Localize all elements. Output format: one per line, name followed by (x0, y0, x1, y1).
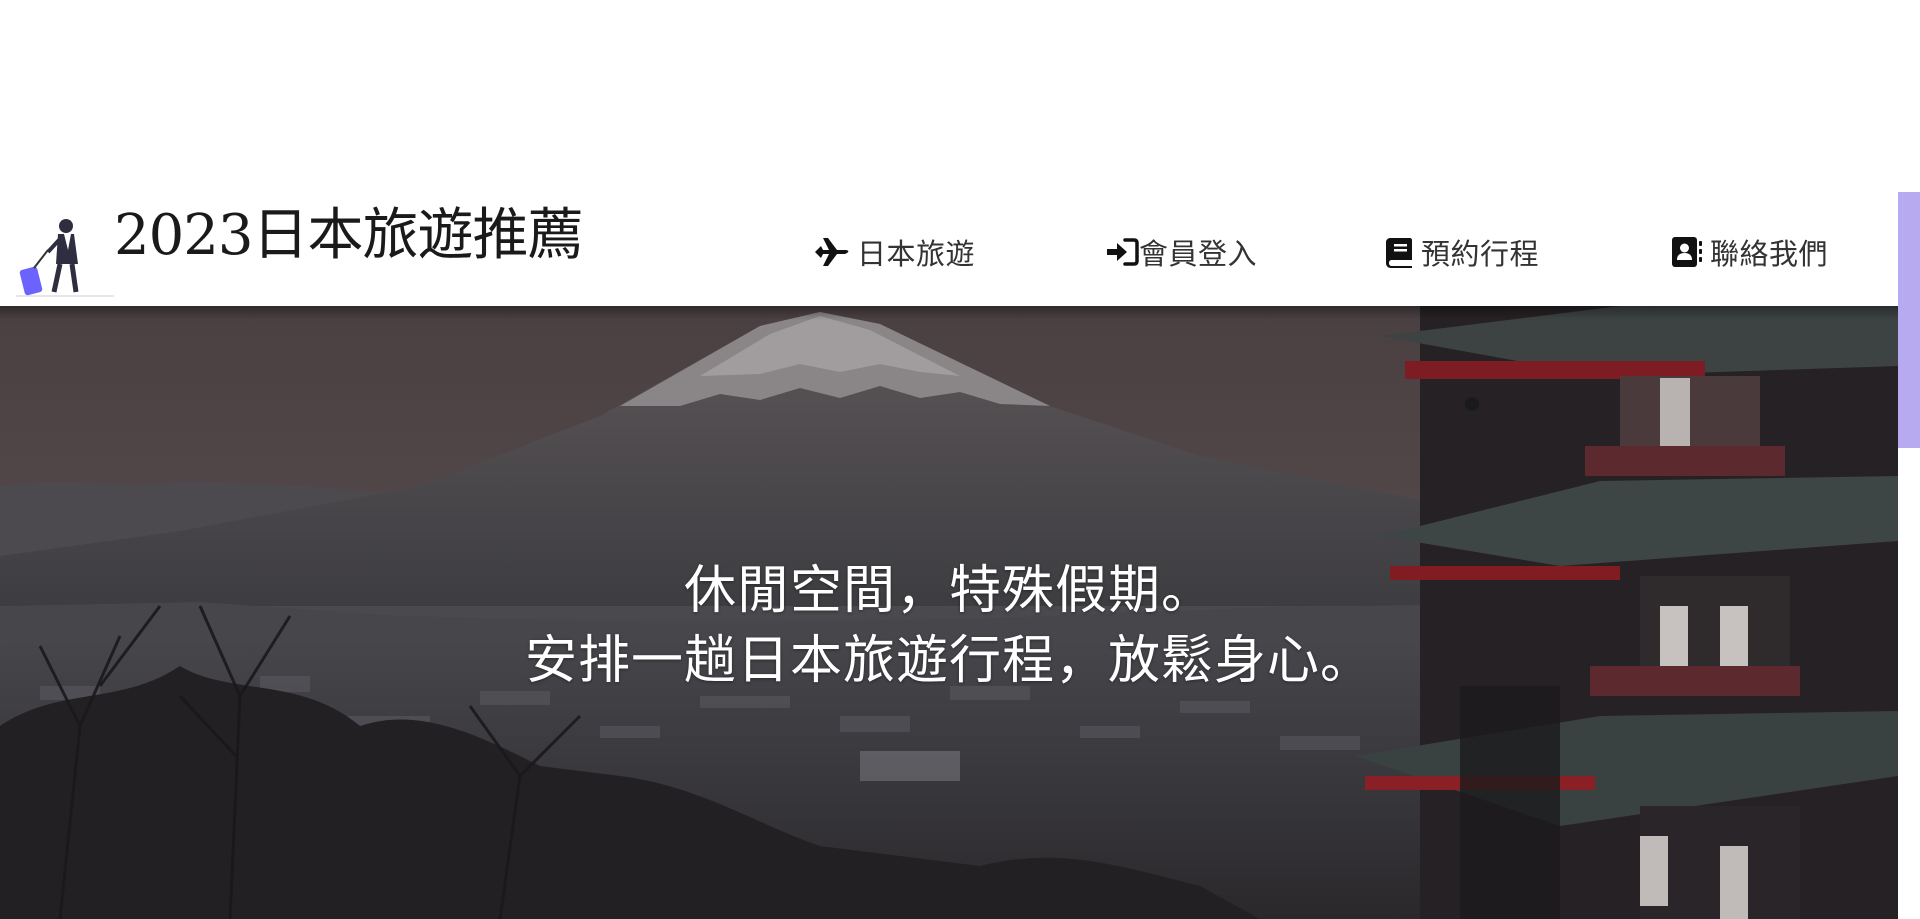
site-header: 2023日本旅遊推薦 日本旅遊 會員登入 預約行程 聯絡我們 (0, 192, 1898, 306)
page: 2023日本旅遊推薦 日本旅遊 會員登入 預約行程 聯絡我們 休閒空間，特殊假期… (0, 0, 1920, 919)
hero-line-1: 休閒空間，特殊假期。 (683, 561, 1214, 621)
nav-item-book-itinerary[interactable]: 預約行程 (1385, 230, 1539, 274)
nav-label: 會員登入 (1139, 237, 1258, 271)
nav-label: 預約行程 (1421, 237, 1540, 271)
address-book-icon (1670, 236, 1704, 268)
traveler-with-suitcase-icon[interactable] (14, 210, 118, 302)
airplane-icon (813, 236, 851, 268)
nav-label: 日本旅遊 (857, 237, 976, 271)
hero-line-2: 安排一趟日本旅遊行程，放鬆身心。 (524, 631, 1373, 691)
hero-tagline: 休閒空間，特殊假期。 安排一趟日本旅遊行程，放鬆身心。 (0, 556, 1898, 696)
site-title[interactable]: 2023日本旅遊推薦 (114, 200, 584, 272)
nav-item-member-login[interactable]: 會員登入 (1105, 230, 1257, 274)
scrollbar-thumb[interactable] (1898, 192, 1920, 448)
nav-item-japan-travel[interactable]: 日本旅遊 (813, 230, 975, 274)
nav-item-contact-us[interactable]: 聯絡我們 (1670, 230, 1828, 274)
hero-top-shadow (0, 306, 1898, 320)
sign-in-icon (1105, 237, 1139, 267)
book-icon (1385, 236, 1415, 268)
hero-banner: 休閒空間，特殊假期。 安排一趟日本旅遊行程，放鬆身心。 (0, 306, 1898, 919)
nav-label: 聯絡我們 (1710, 237, 1829, 271)
